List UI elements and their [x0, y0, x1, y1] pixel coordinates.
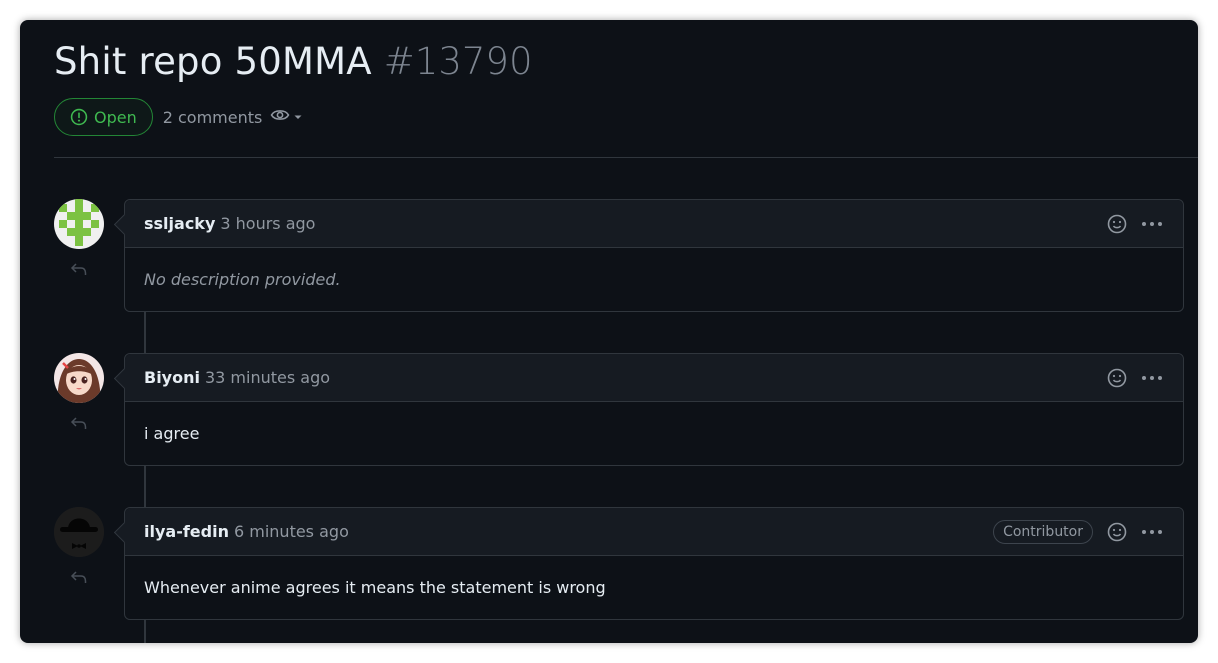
smiley-icon[interactable] — [1107, 368, 1127, 388]
comment-header: Biyoni 33 minutes ago — [125, 354, 1183, 402]
header-divider — [54, 157, 1198, 158]
comment-card: Biyoni 33 minutes ago i agree — [124, 353, 1184, 466]
comment-header: ssljacky 3 hours ago — [125, 200, 1183, 248]
comment-body: No description provided. — [144, 270, 341, 289]
comment-card: ssljacky 3 hours ago No description prov… — [124, 199, 1184, 312]
issue-number: #13790 — [383, 40, 533, 83]
kebab-horizontal-icon[interactable] — [1141, 529, 1163, 535]
eye-icon — [270, 107, 290, 127]
comment-timestamp[interactable]: 33 minutes ago — [205, 368, 330, 387]
issue-title: Shit repo 50MMA — [54, 40, 372, 83]
state-label: Open — [94, 107, 137, 127]
issue-header: Shit repo 50MMA #13790 — [54, 40, 533, 92]
comment-author[interactable]: ilya-fedin — [144, 522, 229, 541]
smiley-icon[interactable] — [1107, 214, 1127, 234]
avatar[interactable] — [54, 507, 104, 557]
issue-meta: Open 2 comments — [54, 97, 304, 137]
comment-body: Whenever anime agrees it means the state… — [144, 578, 606, 597]
triangle-down-icon — [292, 108, 304, 127]
watch-button[interactable] — [270, 107, 304, 127]
comment-timestamp[interactable]: 6 minutes ago — [234, 522, 349, 541]
kebab-horizontal-icon[interactable] — [1141, 375, 1163, 381]
issue-opened-icon — [70, 108, 88, 126]
issue-window: Shit repo 50MMA #13790 Open 2 comments s… — [20, 20, 1198, 643]
state-badge: Open — [54, 98, 153, 136]
comment-author[interactable]: Biyoni — [144, 368, 200, 387]
reply-icon[interactable] — [70, 569, 88, 588]
comment-count: 2 comments — [162, 107, 263, 127]
comment-card: ilya-fedin 6 minutes ago Contributor Whe… — [124, 507, 1184, 620]
avatar[interactable] — [54, 199, 104, 249]
comment-author[interactable]: ssljacky — [144, 214, 215, 233]
comment-body: i agree — [144, 424, 200, 443]
contributor-badge: Contributor — [993, 519, 1093, 544]
smiley-icon[interactable] — [1107, 522, 1127, 542]
kebab-horizontal-icon[interactable] — [1141, 221, 1163, 227]
avatar[interactable] — [54, 353, 104, 403]
reply-icon[interactable] — [70, 415, 88, 434]
reply-icon[interactable] — [70, 261, 88, 280]
comment-header: ilya-fedin 6 minutes ago Contributor — [125, 508, 1183, 556]
comment-timestamp[interactable]: 3 hours ago — [220, 214, 315, 233]
